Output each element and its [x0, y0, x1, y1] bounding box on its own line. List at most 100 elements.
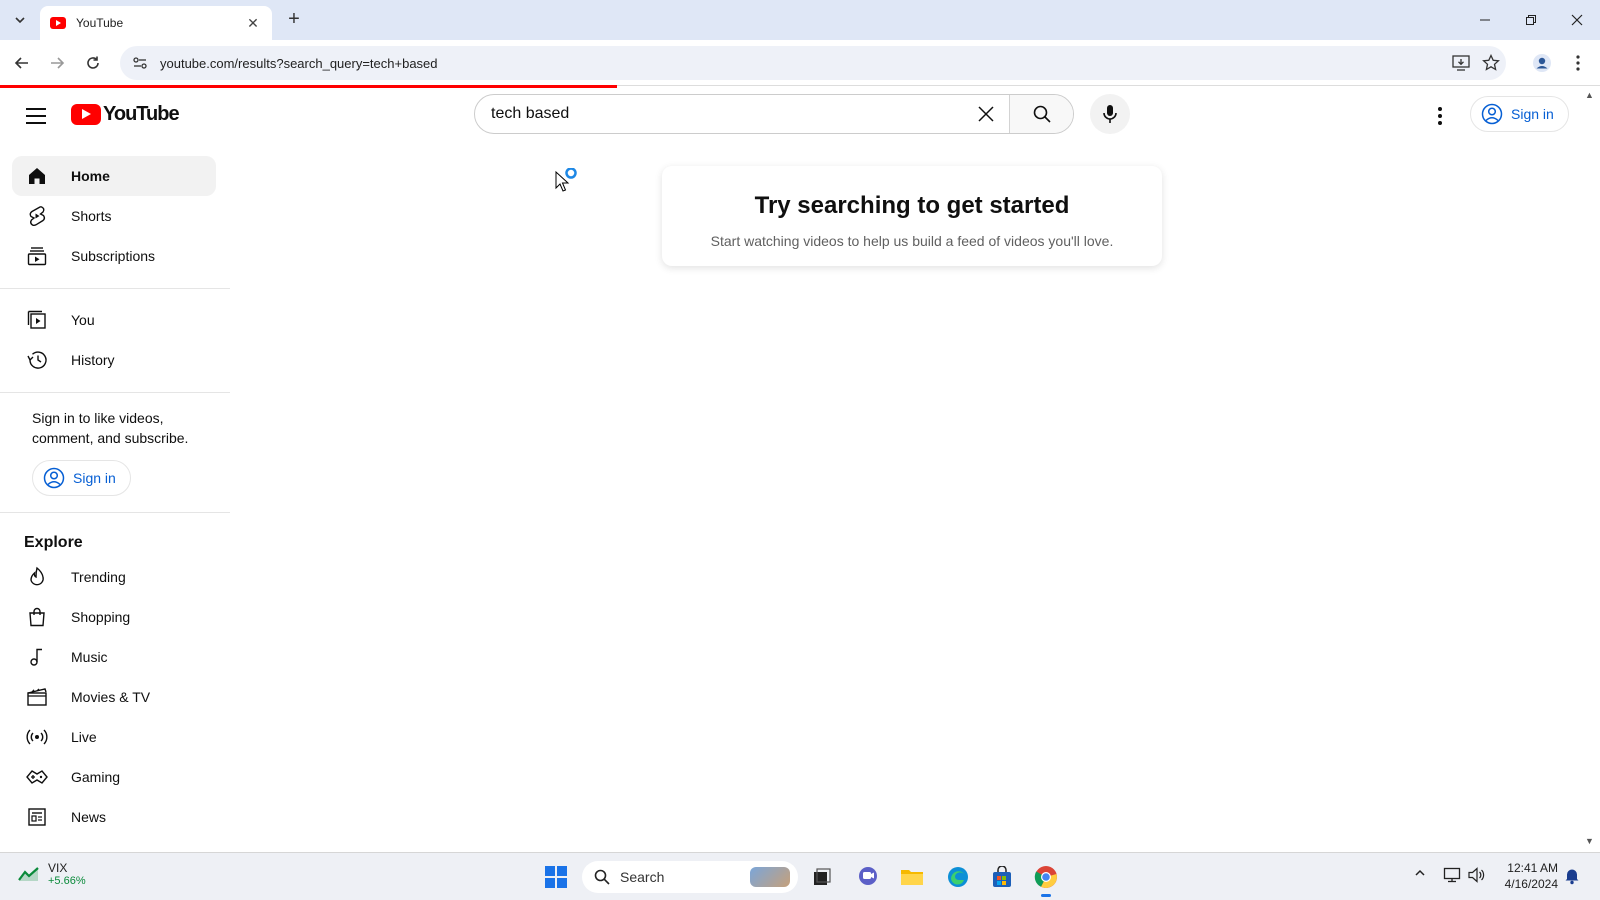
clock-time: 12:41 AM [1507, 861, 1558, 875]
sidebar-sign-in-button[interactable]: Sign in [32, 460, 131, 496]
browser-tab-youtube[interactable]: YouTube ✕ [40, 6, 272, 40]
news-icon [25, 805, 49, 829]
clear-search-button[interactable] [963, 95, 1009, 133]
start-button[interactable] [545, 866, 567, 888]
empty-feed-card: Try searching to get started Start watch… [662, 166, 1162, 266]
bookmark-star-icon[interactable] [1476, 51, 1506, 75]
microphone-icon [1103, 105, 1117, 123]
network-icon [1443, 867, 1461, 883]
sidebar-item-label: Movies & TV [71, 689, 151, 705]
youtube-masthead: YouTube tech based Sign in [0, 88, 1590, 144]
minimize-icon [1480, 19, 1490, 21]
search-icon [1033, 105, 1051, 123]
notifications-button[interactable] [1564, 867, 1580, 888]
sidebar-item-label: Music [71, 649, 108, 665]
sign-in-label: Sign in [73, 470, 116, 486]
folder-icon [901, 870, 923, 885]
tab-close-icon[interactable]: ✕ [244, 15, 262, 32]
chrome-icon [1034, 866, 1057, 888]
sign-in-button[interactable]: Sign in [1470, 96, 1569, 132]
logo-wordmark: YouTube [103, 103, 180, 125]
show-hidden-icons-button[interactable] [1414, 867, 1426, 882]
sidebar-item-subscriptions[interactable]: Subscriptions [12, 236, 216, 276]
chevron-down-icon [15, 17, 25, 24]
url-text: youtube.com/results?search_query=tech+ba… [160, 55, 438, 71]
busy-cursor-icon [555, 167, 577, 192]
home-icon [25, 164, 49, 188]
forward-button[interactable] [44, 50, 70, 76]
sidebar-item-movies[interactable]: Movies & TV [12, 677, 216, 717]
close-icon [1571, 14, 1583, 26]
sidebar-item-music[interactable]: Music [12, 637, 216, 677]
close-window-button[interactable] [1554, 0, 1600, 40]
signin-prompt-text: Sign in to like videos, comment, and sub… [32, 410, 189, 446]
guide-sidebar: Home Shorts Subscriptions You History Si… [0, 150, 232, 852]
bell-icon [1565, 869, 1579, 885]
sidebar-item-label: You [71, 312, 95, 328]
sidebar-item-label: Live [71, 729, 97, 745]
sidebar-item-label: History [71, 352, 115, 368]
taskbar-app-task-view[interactable] [808, 863, 836, 891]
taskbar-search[interactable]: Search [582, 861, 798, 893]
browser-toolbar: youtube.com/results?search_query=tech+ba… [0, 40, 1600, 86]
settings-menu-button[interactable] [1428, 100, 1452, 132]
sidebar-item-history[interactable]: History [12, 340, 216, 380]
sidebar-item-label: News [71, 809, 107, 825]
store-icon [993, 866, 1011, 887]
browser-tabstrip: YouTube ✕ + [0, 0, 1600, 40]
sidebar-item-news[interactable]: News [12, 797, 216, 837]
taskbar-app-chrome[interactable] [1032, 863, 1060, 897]
sidebar-item-gaming[interactable]: Gaming [12, 757, 216, 797]
widget-value: +5.66% [48, 875, 86, 887]
profile-button[interactable] [1528, 50, 1556, 76]
sidebar-item-you[interactable]: You [12, 300, 216, 340]
sidebar-item-shopping[interactable]: Shopping [12, 597, 216, 637]
install-app-icon[interactable] [1446, 51, 1476, 75]
sidebar-item-trending[interactable]: Trending [12, 557, 216, 597]
address-bar[interactable]: youtube.com/results?search_query=tech+ba… [120, 46, 1506, 80]
restore-button[interactable] [1508, 0, 1554, 40]
search-input[interactable]: tech based [475, 95, 963, 133]
scroll-down-arrow[interactable]: ▼ [1585, 836, 1594, 846]
sign-in-label: Sign in [1511, 106, 1554, 122]
new-tab-button[interactable]: + [282, 8, 306, 32]
edge-browser-icon [948, 867, 968, 887]
guide-menu-button[interactable] [20, 100, 52, 132]
account-circle-icon [43, 467, 65, 489]
tab-title: YouTube [76, 16, 124, 30]
taskbar-app-edge[interactable] [944, 863, 972, 891]
music-icon [25, 645, 49, 669]
profile-icon [1533, 54, 1551, 72]
close-icon [978, 106, 994, 122]
taskbar-app-file-explorer[interactable] [898, 863, 926, 891]
volume-button[interactable] [1468, 867, 1486, 886]
sidebar-item-shorts[interactable]: Shorts [12, 196, 216, 236]
taskbar-app-store[interactable] [988, 863, 1016, 891]
youtube-favicon-icon [50, 17, 66, 29]
stock-widget[interactable]: VIX +5.66% [18, 861, 86, 887]
taskbar-clock[interactable]: 12:41 AM 4/16/2024 [1496, 860, 1558, 892]
shorts-icon [25, 204, 49, 228]
search-button[interactable] [1009, 95, 1073, 133]
arrow-left-icon [14, 57, 28, 69]
scroll-up-arrow[interactable]: ▲ [1585, 90, 1594, 100]
card-subtitle: Start watching videos to help us build a… [710, 233, 1114, 249]
youtube-logo[interactable]: YouTube [71, 103, 180, 126]
tab-search-button[interactable] [8, 8, 32, 32]
explore-heading: Explore [24, 534, 83, 551]
network-button[interactable] [1443, 867, 1461, 886]
taskbar-app-teams[interactable] [854, 863, 882, 891]
back-button[interactable] [9, 50, 35, 76]
you-icon [25, 308, 49, 332]
voice-search-button[interactable] [1090, 94, 1130, 134]
minimize-button[interactable] [1462, 0, 1508, 40]
task-view-icon [814, 868, 831, 885]
site-info-icon[interactable] [132, 55, 148, 71]
browser-menu-button[interactable] [1564, 50, 1592, 76]
chevron-up-icon [1415, 869, 1425, 876]
sidebar-item-live[interactable]: Live [12, 717, 216, 757]
reload-button[interactable] [80, 50, 106, 76]
clock-date: 4/16/2024 [1504, 877, 1558, 891]
sidebar-item-home[interactable]: Home [12, 156, 216, 196]
sidebar-divider [0, 512, 230, 513]
